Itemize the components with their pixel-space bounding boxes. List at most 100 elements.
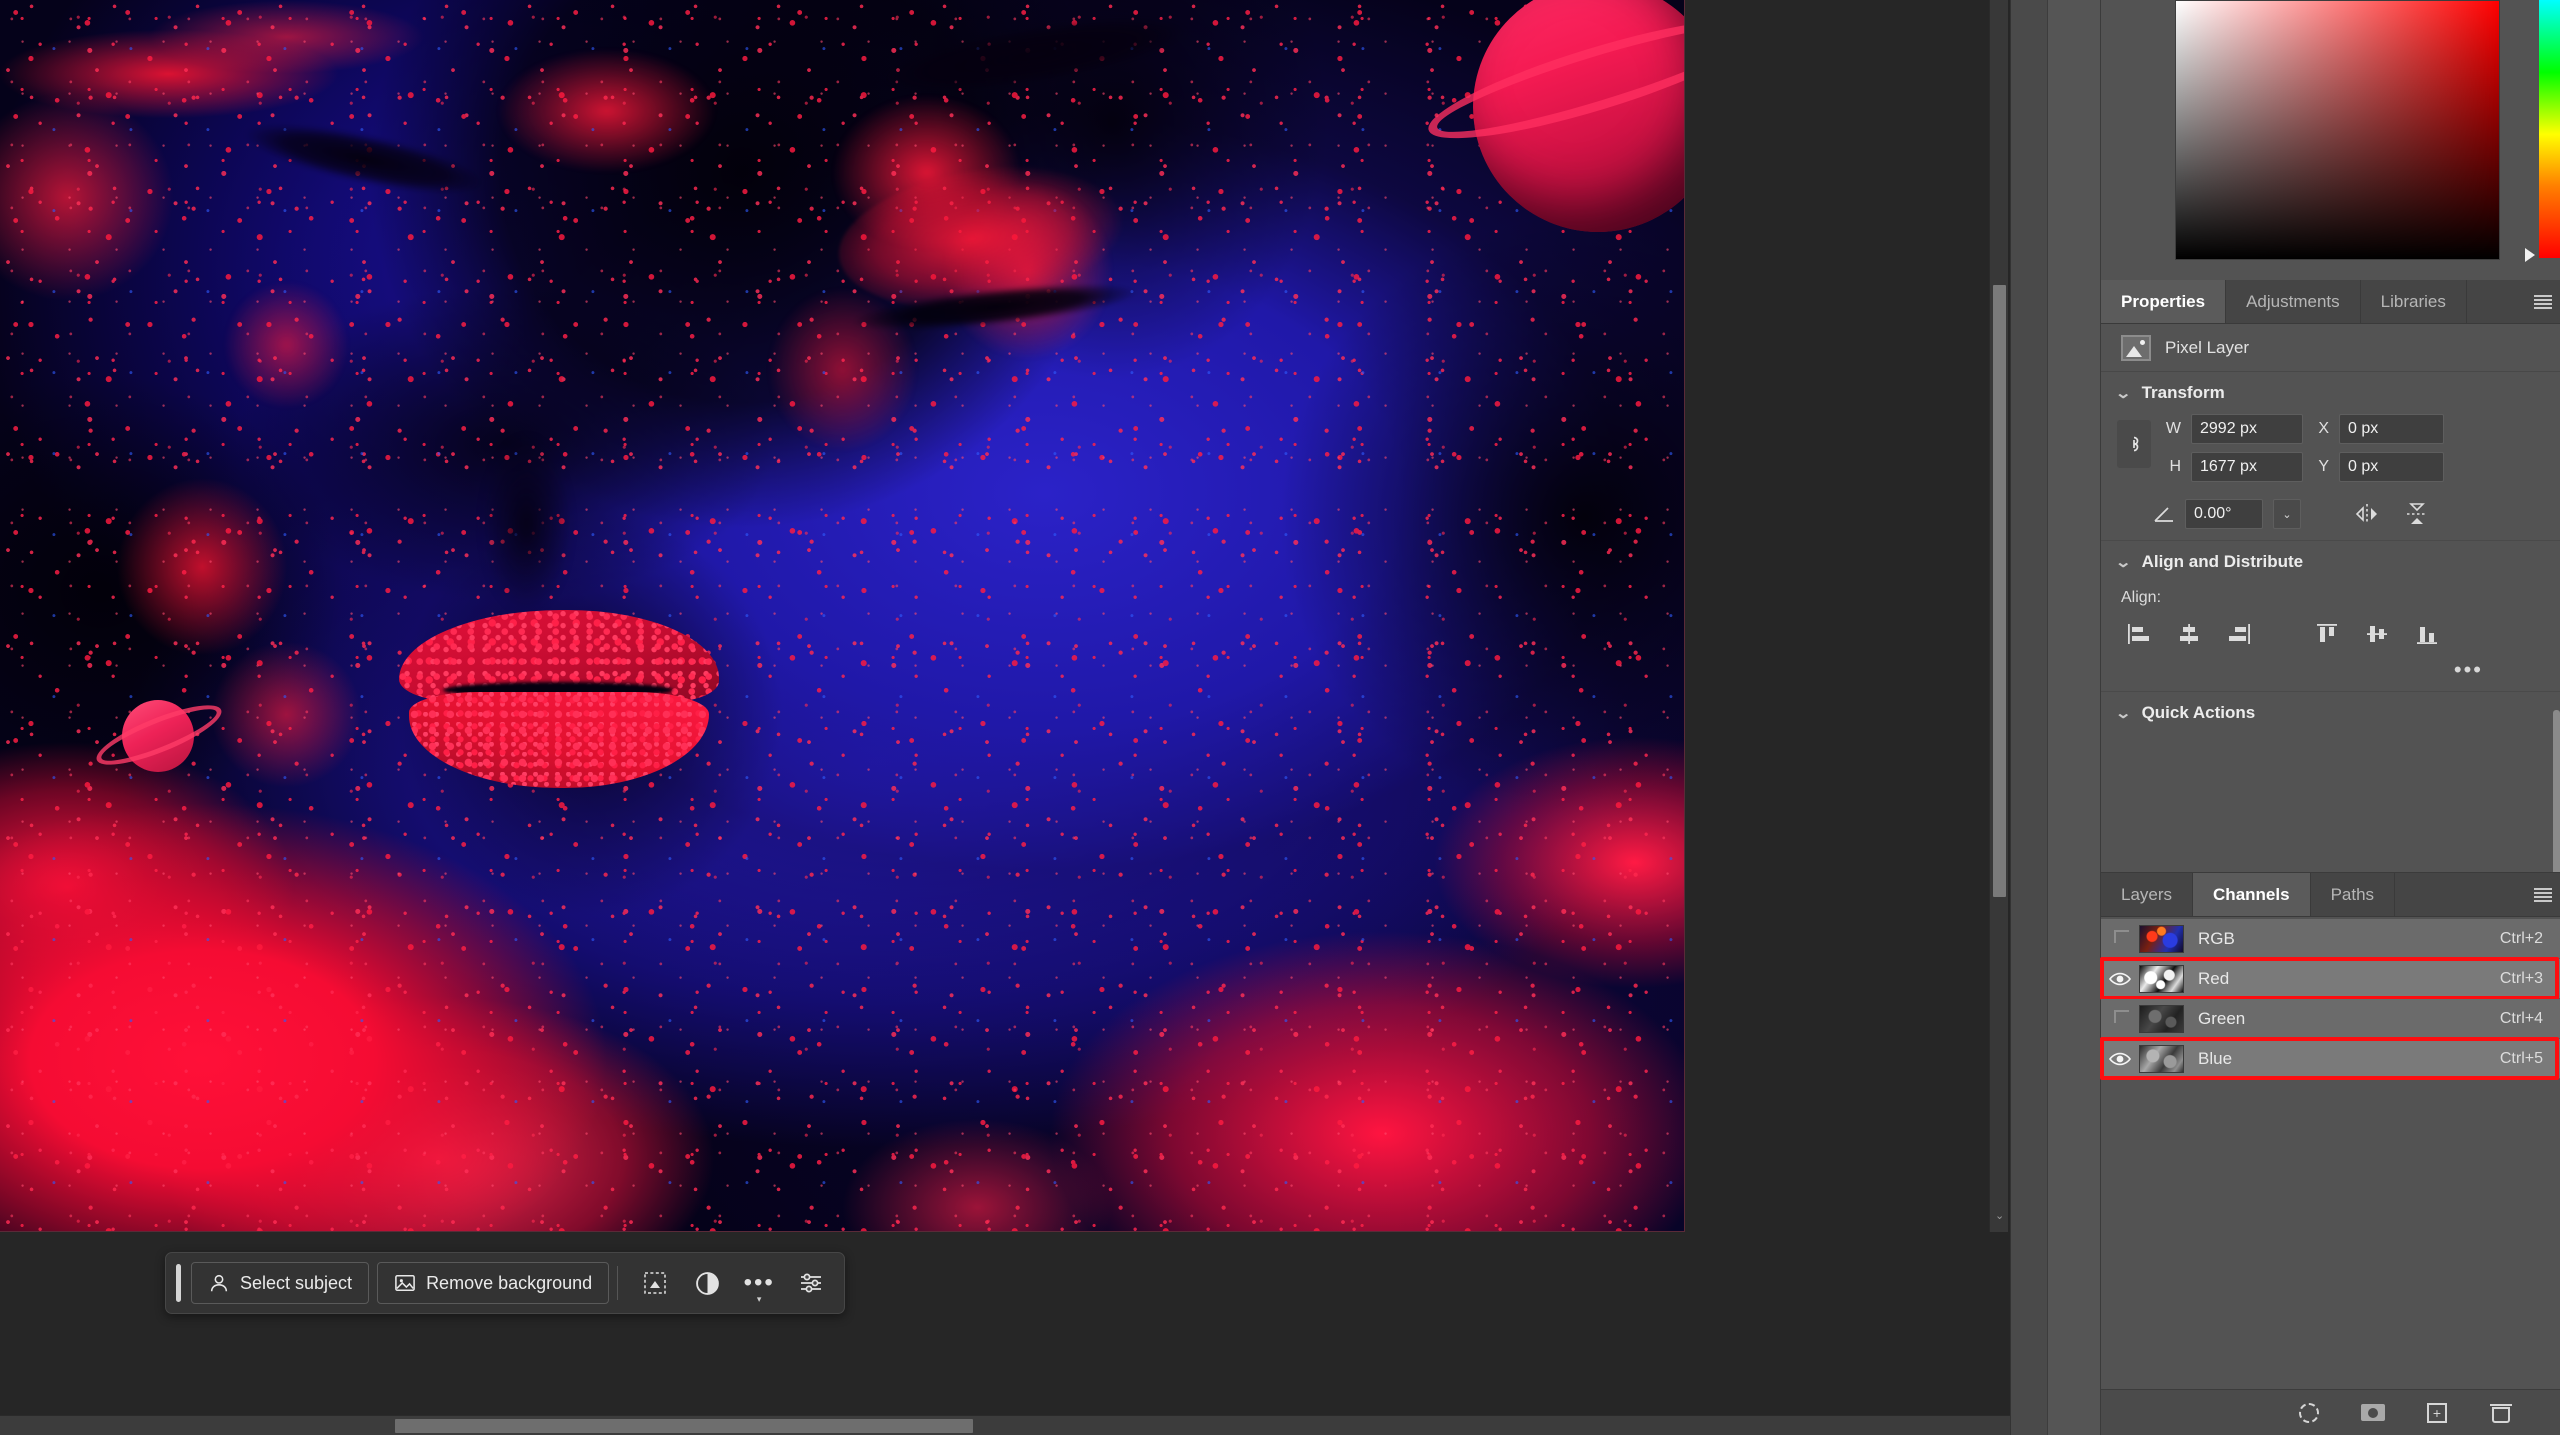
channel-row-blue[interactable]: Blue Ctrl+5: [2100, 1037, 2560, 1080]
color-picker-panel[interactable]: [2101, 0, 2560, 280]
align-vertical-centers-icon[interactable]: [2357, 617, 2397, 651]
tab-properties-label: Properties: [2121, 291, 2206, 311]
align-bottom-edges-icon[interactable]: [2407, 617, 2447, 651]
chevron-down-icon[interactable]: ⌄: [2115, 704, 2132, 722]
channel-name-label: Blue: [2198, 1048, 2233, 1068]
canvas-horizontal-scroll-thumb[interactable]: [395, 1419, 973, 1433]
transform-section-header[interactable]: ⌄ Transform: [2101, 372, 2560, 414]
tab-properties[interactable]: Properties: [2101, 280, 2227, 323]
tab-libraries-label: Libraries: [2380, 291, 2446, 311]
tab-adjustments[interactable]: Adjustments: [2226, 280, 2361, 323]
tab-channels[interactable]: Channels: [2193, 873, 2311, 916]
artwork-lips: [395, 610, 725, 795]
eye-visible-icon[interactable]: [2109, 1052, 2131, 1066]
channel-thumbnail[interactable]: [2139, 964, 2184, 993]
channel-visibility-toggle[interactable]: [2101, 972, 2139, 986]
artwork-nose-shadow: [455, 430, 585, 640]
remove-background-label: Remove background: [426, 1272, 593, 1293]
create-new-channel-icon[interactable]: +: [2423, 1399, 2451, 1427]
tab-paths[interactable]: Paths: [2311, 873, 2396, 916]
channel-thumbnail[interactable]: [2139, 1044, 2184, 1073]
eye-hidden-icon[interactable]: [2113, 930, 2129, 943]
properties-tab-bar: Properties Adjustments Libraries: [2101, 280, 2560, 324]
more-options-label: •••: [743, 1269, 775, 1296]
rotation-input[interactable]: [2185, 499, 2263, 529]
channel-visibility-toggle[interactable]: [2101, 930, 2139, 947]
flip-horizontal-icon[interactable]: [2347, 498, 2387, 530]
align-top-edges-icon[interactable]: [2307, 617, 2347, 651]
quick-actions-section-header[interactable]: ⌄ Quick Actions: [2101, 692, 2560, 734]
canvas-horizontal-scrollbar[interactable]: [0, 1415, 2010, 1435]
panel-menu-icon[interactable]: [2534, 887, 2552, 902]
image-icon: [394, 1273, 416, 1293]
align-right-edges-icon[interactable]: [2219, 617, 2259, 651]
x-label: X: [2318, 420, 2329, 437]
chevron-down-icon[interactable]: ⌄: [1995, 1211, 2004, 1222]
settings-sliders-icon[interactable]: [788, 1262, 834, 1304]
height-input[interactable]: [2191, 452, 2303, 482]
chevron-down-icon[interactable]: ▾: [757, 1294, 762, 1305]
chevron-down-icon[interactable]: ⌄: [2115, 384, 2132, 402]
canvas-vertical-scrollbar[interactable]: ⌄: [1989, 0, 2008, 1232]
channel-thumbnail[interactable]: [2139, 1004, 2184, 1033]
width-input[interactable]: [2191, 414, 2303, 444]
canvas-area[interactable]: ⌄ Select subject Remove background ••• ▾: [0, 0, 2010, 1435]
color-picker-hue-marker[interactable]: [2525, 248, 2535, 262]
document-canvas[interactable]: [0, 0, 1685, 1232]
channel-name-label: Green: [2198, 1008, 2246, 1028]
y-position-input[interactable]: [2339, 452, 2444, 482]
taskbar-drag-handle[interactable]: [176, 1264, 181, 1302]
align-horizontal-centers-icon[interactable]: [2169, 617, 2209, 651]
width-row: W X: [2165, 414, 2444, 444]
align-more-row: •••: [2101, 651, 2560, 681]
tab-adjustments-label: Adjustments: [2246, 291, 2340, 311]
adjustment-half-circle-icon[interactable]: [684, 1262, 730, 1304]
color-picker-hue-strip[interactable]: [2539, 0, 2560, 258]
canvas-vertical-scroll-thumb[interactable]: [1993, 285, 2006, 897]
eye-hidden-icon[interactable]: [2113, 1010, 2129, 1023]
chevron-down-icon[interactable]: ⌄: [2115, 553, 2132, 571]
panel-menu-icon[interactable]: [2534, 294, 2552, 309]
flip-vertical-icon[interactable]: [2397, 498, 2437, 530]
angle-icon: [2153, 505, 2175, 523]
align-distribute-section-header[interactable]: ⌄ Align and Distribute: [2101, 541, 2560, 583]
photoshop-window: ⌄ Select subject Remove background ••• ▾…: [0, 0, 2560, 1435]
select-subject-button[interactable]: Select subject: [191, 1262, 370, 1304]
channel-name-label: RGB: [2198, 928, 2235, 948]
save-selection-as-channel-icon[interactable]: [2359, 1399, 2387, 1427]
channel-thumbnail[interactable]: [2139, 924, 2184, 953]
channel-shortcut-label: Ctrl+4: [2499, 1009, 2543, 1027]
select-subject-label: Select subject: [240, 1272, 353, 1293]
rotation-dropdown-button[interactable]: ⌄: [2273, 499, 2301, 529]
right-panel-dock: Properties Adjustments Libraries Pixel L…: [2100, 0, 2560, 1435]
layer-type-label: Pixel Layer: [2165, 337, 2250, 357]
channel-visibility-toggle[interactable]: [2101, 1052, 2139, 1066]
channel-name-label: Red: [2198, 968, 2230, 988]
x-position-input[interactable]: [2339, 414, 2444, 444]
channel-row-rgb[interactable]: RGB Ctrl+2: [2101, 919, 2560, 959]
y-label: Y: [2318, 458, 2329, 475]
tab-layers[interactable]: Layers: [2101, 873, 2194, 916]
delete-channel-icon[interactable]: [2487, 1399, 2515, 1427]
channel-visibility-toggle[interactable]: [2101, 1010, 2139, 1027]
transform-selection-icon[interactable]: [632, 1262, 678, 1304]
color-picker-saturation-square[interactable]: [2175, 0, 2500, 260]
channel-row-green[interactable]: Green Ctrl+4: [2101, 999, 2560, 1039]
load-channel-as-selection-icon[interactable]: [2295, 1399, 2323, 1427]
tab-channels-label: Channels: [2213, 884, 2290, 904]
artwork-lower-lip: [409, 692, 709, 788]
channel-row-red[interactable]: Red Ctrl+3: [2100, 957, 2560, 1000]
channel-shortcut-label: Ctrl+5: [2499, 1049, 2543, 1067]
contextual-taskbar[interactable]: Select subject Remove background ••• ▾: [165, 1252, 846, 1314]
more-options-button[interactable]: ••• ▾: [736, 1262, 782, 1305]
align-more-button[interactable]: •••: [2454, 659, 2483, 681]
chevron-down-icon: ⌄: [2282, 508, 2292, 521]
eye-visible-icon[interactable]: [2109, 972, 2131, 986]
remove-background-button[interactable]: Remove background: [377, 1262, 610, 1304]
align-left-edges-icon[interactable]: [2119, 617, 2159, 651]
link-chain-icon[interactable]: [2117, 420, 2151, 468]
properties-panel: Properties Adjustments Libraries Pixel L…: [2101, 280, 2560, 900]
width-label: W: [2165, 420, 2181, 437]
channels-panel: Layers Channels Paths RGB Ctrl+2 Red Ctr…: [2100, 872, 2560, 1435]
tab-libraries[interactable]: Libraries: [2361, 280, 2467, 323]
